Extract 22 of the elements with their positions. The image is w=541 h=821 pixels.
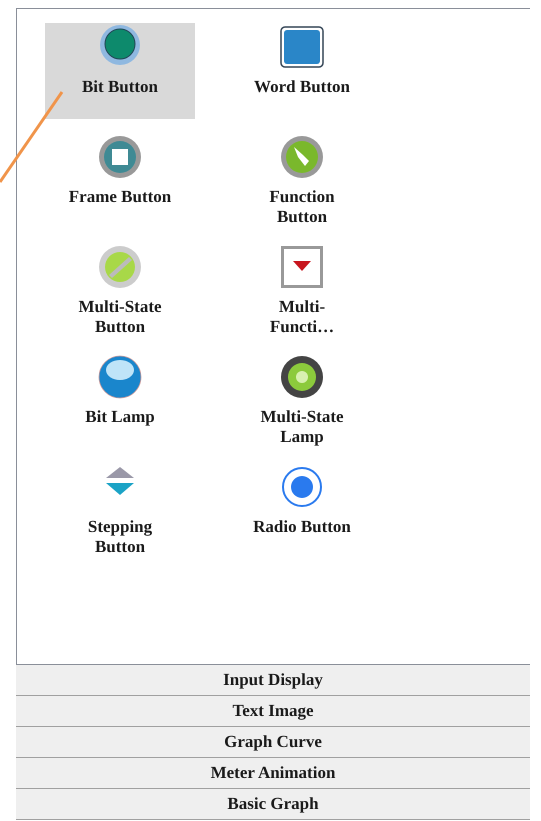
- tool-item[interactable]: Bit Button: [45, 23, 195, 119]
- tool-item[interactable]: Stepping Button: [45, 463, 195, 559]
- tool-item[interactable]: Radio Button: [227, 463, 377, 559]
- tool-item[interactable]: Bit Lamp: [45, 353, 195, 449]
- tool-item[interactable]: Multi-State Button: [45, 243, 195, 339]
- striped-round-icon: [97, 245, 143, 289]
- round-lamp-icon: [279, 355, 325, 399]
- radio-icon: [279, 465, 325, 509]
- hand-button-icon: [279, 135, 325, 179]
- tool-item[interactable]: Function Button: [227, 133, 377, 229]
- tool-item[interactable]: Multi- Functi…: [227, 243, 377, 339]
- dropdown-square-icon: [279, 245, 325, 289]
- tool-item[interactable]: Multi-State Lamp: [227, 353, 377, 449]
- tool-item[interactable]: Word Button: [227, 23, 377, 119]
- section-header[interactable]: Basic Graph: [16, 789, 530, 820]
- glossy-lamp-icon: [97, 355, 143, 399]
- section-header[interactable]: Text Image: [16, 696, 530, 727]
- square-button-icon: [279, 25, 325, 69]
- section-header[interactable]: Graph Curve: [16, 727, 530, 758]
- section-header[interactable]: Input Display: [16, 665, 530, 696]
- tool-item[interactable]: Frame Button: [45, 133, 195, 229]
- section-header[interactable]: Meter Animation: [16, 758, 530, 789]
